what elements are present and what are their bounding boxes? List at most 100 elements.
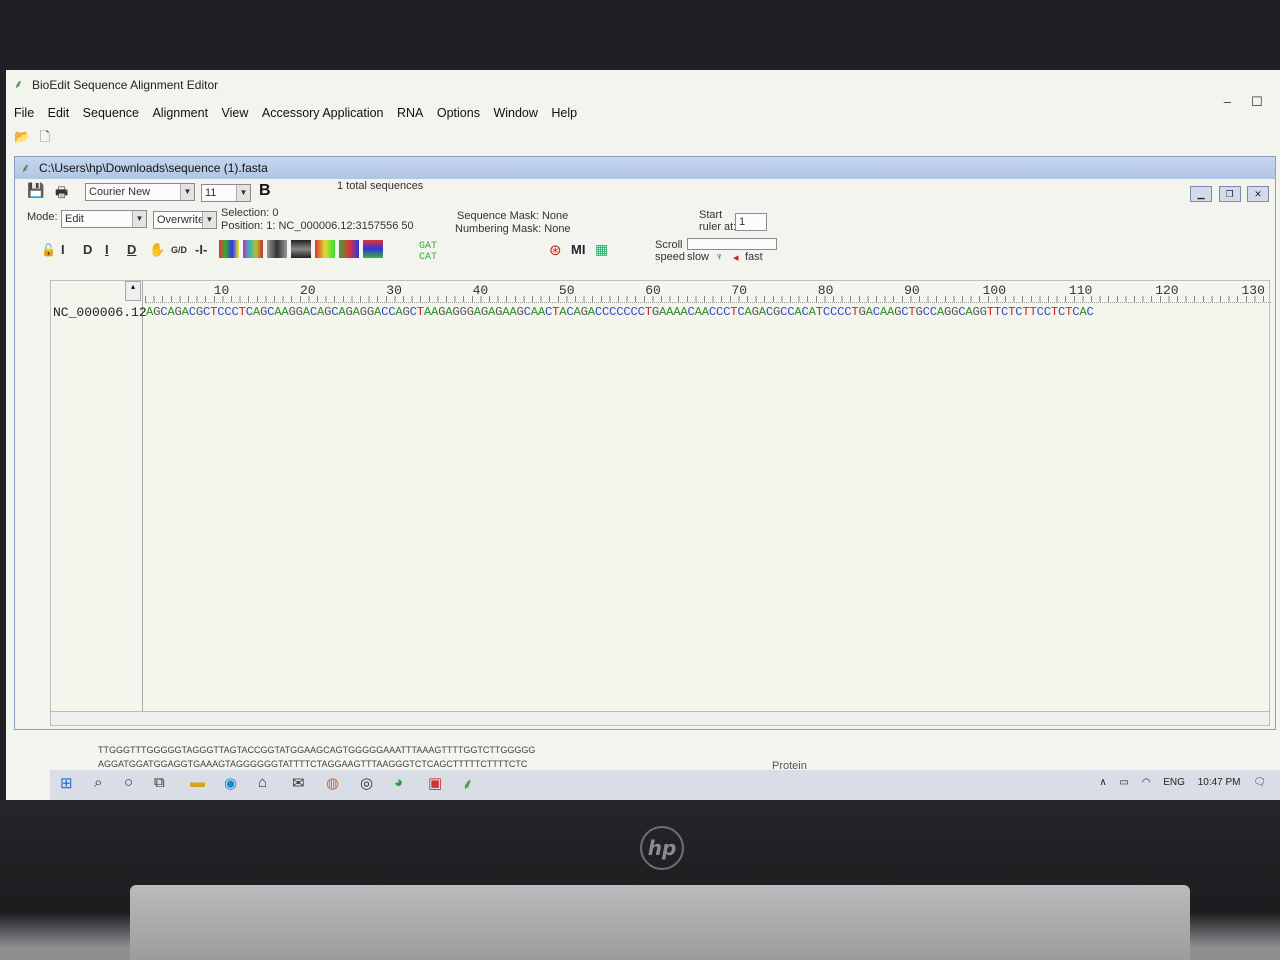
gat-cat-icon[interactable]: GAT CAT	[419, 241, 437, 263]
restriction-map-icon[interactable]: ⊛	[549, 241, 562, 259]
edge-icon[interactable]: ◉	[224, 774, 237, 792]
overwrite-select[interactable]: Overwrite ▼	[153, 211, 217, 229]
menu-alignment[interactable]: Alignment	[148, 102, 212, 124]
menu-window[interactable]: Window	[489, 102, 541, 124]
ruler-tick: 80	[817, 283, 834, 298]
firefox-icon[interactable]: ◍	[326, 774, 339, 792]
battery-icon[interactable]: ▭	[1120, 777, 1129, 788]
ruler-tick: 130	[1241, 283, 1265, 298]
maximize-button[interactable]: ☐	[1244, 94, 1270, 110]
sequence-row[interactable]: AGCAGACGCTCCCTCAGCAAGGACAGCAGAGGACCAGCTA…	[146, 305, 1094, 319]
clock[interactable]: 10:47 PM	[1198, 777, 1241, 788]
chevron-up-icon[interactable]: ∧	[1099, 777, 1106, 788]
menu-help[interactable]: Help	[547, 102, 581, 124]
matrix-icon[interactable]: ▦	[595, 241, 608, 258]
search-icon[interactable]: ⌕	[94, 774, 102, 791]
print-icon[interactable]: 🖶	[55, 182, 68, 206]
document-icon: ⸙	[21, 161, 31, 175]
file-explorer-icon[interactable]: ▬	[190, 774, 205, 791]
ruler-tick: 20	[300, 283, 316, 298]
notifications-icon[interactable]: 🗨	[1253, 777, 1266, 788]
ruler-tick: 30	[386, 283, 402, 298]
insert-icon[interactable]: I	[61, 242, 65, 257]
position-ruler: 10 20 30 40 50 60 70 80 90 100 110 120 130	[145, 281, 1271, 303]
position-readout: Position: 1: NC_000006.12:3157556 50	[221, 220, 414, 232]
hp-logo: hp	[640, 826, 684, 870]
mi-icon[interactable]: MI	[571, 242, 585, 257]
menu-file[interactable]: File	[10, 102, 38, 124]
open-folder-icon[interactable]: 📂	[14, 129, 36, 145]
menu-edit[interactable]: Edit	[44, 102, 74, 124]
taskbar: ⊞ ⌕ ○ ⧉ ▬ ◉ ⌂ ✉ ◍ ◎ ◕ ▣ ⸙ ∧ ▭ ◠ ENG 10:4…	[50, 770, 1280, 800]
language-indicator[interactable]: ENG	[1163, 777, 1185, 788]
hand-icon[interactable]: ✋	[149, 242, 165, 258]
scroll-slow: slow	[687, 251, 710, 263]
ruler-tick: 120	[1155, 283, 1179, 298]
background-sequence-1: TTGGGTTTGGGGGTAGGGTTAGTACCGGTATGGAAGCAGT…	[98, 745, 536, 755]
document-titlebar: ⸙ C:\Users\hp\Downloads\sequence (1).fas…	[15, 157, 1275, 179]
ruler-tick: 90	[904, 283, 920, 298]
main-toolbar: 📂 🗋	[14, 128, 62, 150]
mode-select[interactable]: Edit ▼	[61, 210, 147, 228]
task-view-icon[interactable]: ⧉	[154, 774, 165, 791]
insert-all-icon[interactable]: I	[105, 242, 109, 257]
mode-toolbar: Mode: Edit ▼ Overwrite ▼ Selection: 0 Posi…	[15, 205, 1275, 237]
lock-icon[interactable]: 🔓	[41, 243, 56, 257]
start-ruler-label-2: ruler at:	[699, 221, 737, 233]
total-sequences: 1 total sequences	[337, 180, 424, 192]
slide-icon[interactable]: -I-	[195, 242, 207, 257]
ruler-tick: 10	[213, 283, 230, 298]
tools-toolbar: 🔓 I D I D ✋ G/D -I- GAT CAT ⊛ MI ▦ Scroll…	[15, 237, 1275, 267]
chrome-icon[interactable]: ◕	[394, 774, 403, 791]
scroll-label-1: Scroll	[655, 239, 683, 251]
mail-icon[interactable]: ✉	[292, 774, 305, 792]
menu-accessory-application[interactable]: Accessory Application	[258, 102, 388, 124]
collapse-button[interactable]: ▴	[125, 281, 141, 301]
bold-button[interactable]: B	[259, 182, 271, 200]
menu-rna[interactable]: RNA	[393, 102, 427, 124]
document-title: C:\Users\hp\Downloads\sequence (1).fasta	[39, 161, 268, 175]
ruler-tick: 50	[558, 283, 575, 298]
alignment-panel: ▴ NC_000006.12 10 20 30 40 50 60 70 80 90 100 110 1…	[50, 280, 1271, 726]
numbering-mask: Numbering Mask: None	[455, 223, 571, 235]
chevron-down-icon: ▼	[202, 212, 216, 228]
ruler-tick: 100	[982, 283, 1006, 298]
app-title: BioEdit Sequence Alignment Editor	[32, 78, 219, 92]
sequence-names-column: ▴ NC_000006.12	[51, 281, 147, 725]
delete-all-icon[interactable]: D	[127, 242, 136, 257]
delete-icon[interactable]: D	[83, 242, 92, 257]
new-document-icon[interactable]: 🗋	[40, 128, 62, 150]
menu-options[interactable]: Options	[433, 102, 484, 124]
menu-sequence[interactable]: Sequence	[79, 102, 143, 124]
laptop-hinge	[130, 885, 1190, 960]
window-controls: – ☐	[1214, 94, 1270, 110]
sequence-name[interactable]: NC_000006.12	[53, 305, 147, 320]
cortana-icon[interactable]: ○	[124, 774, 133, 791]
scroll-speed-slider[interactable]	[687, 238, 777, 250]
font-size-select[interactable]: 11 ▼	[201, 184, 251, 202]
photos-icon[interactable]: ▣	[428, 774, 442, 792]
windows-start-icon[interactable]: ⊞	[60, 774, 73, 792]
color-shading-icons[interactable]	[219, 240, 387, 258]
flag-icon: ◂	[733, 252, 739, 264]
bioedit-taskbar-icon[interactable]: ⸙	[462, 774, 473, 794]
background-sequence-2: AGGATGGATGGAGGTGAAAGTAGGGGGGTATTTTCTAGGA…	[98, 759, 528, 769]
app-icon[interactable]: ◎	[360, 774, 373, 792]
ruler-tick: 70	[731, 283, 748, 298]
start-ruler-input[interactable]: 1	[735, 213, 767, 231]
screen: ⸙ BioEdit Sequence Alignment Editor – ☐ …	[6, 70, 1280, 800]
menubar: File Edit Sequence Alignment View Access…	[10, 102, 1210, 124]
format-toolbar: 💾 🖶 Courier New ▼ 11 ▼ B 1 total sequences	[15, 179, 1275, 205]
wifi-icon[interactable]: ◠	[1142, 777, 1151, 788]
store-icon[interactable]: ⌂	[258, 774, 267, 791]
gap-toggle-icon[interactable]: G/D	[171, 245, 187, 255]
scroll-fast: fast	[745, 251, 763, 263]
save-icon[interactable]: 💾	[27, 182, 44, 199]
mode-label: Mode:	[27, 211, 58, 223]
minimize-button[interactable]: –	[1214, 94, 1240, 109]
menu-view[interactable]: View	[218, 102, 253, 124]
sequence-mask: Sequence Mask: None	[457, 210, 569, 222]
chevron-down-icon: ▼	[180, 184, 194, 200]
font-select[interactable]: Courier New ▼	[85, 183, 195, 201]
horizontal-scrollbar[interactable]	[51, 711, 1269, 725]
